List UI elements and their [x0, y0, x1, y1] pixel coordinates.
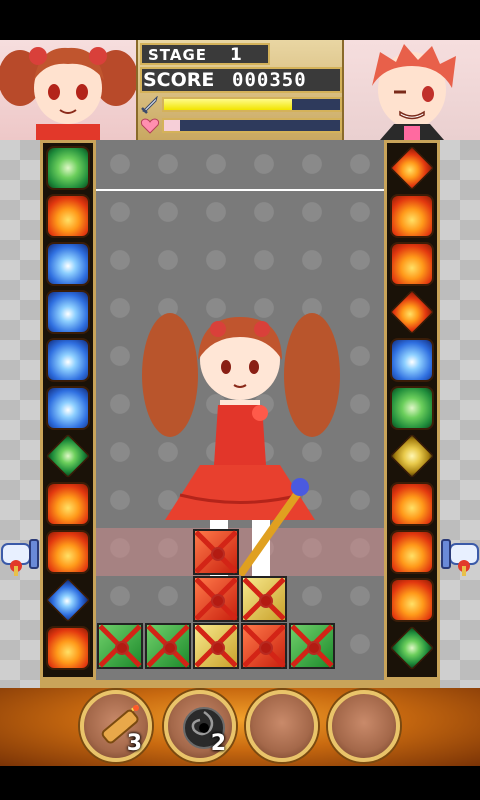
- stage-label: STAGE: [148, 46, 208, 64]
- water-gem-icon: [46, 386, 90, 430]
- earth-gem-icon: [389, 433, 435, 479]
- player-next-gems-column: [40, 140, 96, 680]
- player-portrait: [0, 40, 136, 140]
- locked-block-green: [289, 623, 335, 669]
- score-label: SCORE: [143, 69, 215, 91]
- water-gem-icon: [46, 338, 90, 382]
- fire-gem-icon: [46, 194, 90, 238]
- score-value: 000350: [232, 69, 307, 91]
- fire-gem-icon: [390, 578, 434, 622]
- bomb-count: 3: [126, 731, 142, 756]
- opponent-next-gems-column: [384, 140, 440, 680]
- water-gem-icon: [46, 242, 90, 286]
- item-slot-empty-1[interactable]: [246, 690, 318, 762]
- stage-indicator: STAGE 1: [140, 43, 270, 65]
- player-girl-avatar-icon: [0, 47, 136, 140]
- fire-gem-icon: [389, 289, 435, 335]
- item-slot-empty-2[interactable]: [328, 690, 400, 762]
- fire-gem-icon: [390, 194, 434, 238]
- block-lock-icon: [115, 641, 129, 655]
- health-meter-fill: [164, 120, 180, 131]
- limit-line: [96, 189, 384, 191]
- block-lock-icon: [259, 641, 273, 655]
- fire-gem-icon: [390, 242, 434, 286]
- heart-icon: [140, 118, 160, 134]
- locked-block-green: [97, 623, 143, 669]
- wind-gem-icon: [390, 386, 434, 430]
- locked-block-green: [145, 623, 191, 669]
- locked-block-red: [193, 529, 239, 575]
- sword-icon: [141, 96, 158, 114]
- locked-block-red: [241, 623, 287, 669]
- item-slot-black-hole[interactable]: 2: [164, 690, 236, 762]
- score-display: SCORE 000350: [140, 67, 342, 93]
- health-meter: [138, 116, 342, 136]
- health-meter-track: [162, 118, 342, 133]
- left-cannon-icon: [1, 539, 39, 576]
- fire-gem-icon: [389, 145, 435, 191]
- locked-block-red: [193, 576, 239, 622]
- right-cannon-icon: [441, 539, 479, 576]
- item-slot-bomb[interactable]: 3: [80, 690, 152, 762]
- attack-meter: [138, 95, 342, 115]
- block-lock-icon: [307, 641, 321, 655]
- block-lock-icon: [259, 594, 273, 608]
- block-lock-icon: [163, 641, 177, 655]
- fire-gem-icon: [390, 530, 434, 574]
- water-gem-icon: [390, 338, 434, 382]
- hud-panel: STAGE 1 SCORE 000350: [136, 40, 344, 140]
- stage-number: 1: [230, 45, 242, 65]
- water-gem-icon: [45, 577, 91, 623]
- opponent-boy-avatar-icon: [372, 44, 456, 140]
- block-lock-icon: [211, 594, 225, 608]
- black-hole-count: 2: [210, 731, 226, 756]
- status-bar-area: [0, 0, 480, 40]
- locked-block-yellow: [241, 576, 287, 622]
- fire-gem-icon: [46, 530, 90, 574]
- locked-block-yellow: [193, 623, 239, 669]
- block-lock-icon: [211, 547, 225, 561]
- item-bar: [0, 688, 480, 766]
- fire-gem-icon: [46, 626, 90, 670]
- attack-meter-fill: [164, 99, 293, 110]
- character-illustration: [142, 313, 340, 615]
- wind-gem-icon: [389, 625, 435, 671]
- block-lock-icon: [211, 641, 225, 655]
- attack-meter-track: [162, 97, 342, 112]
- game-screen: STAGE 1 SCORE 000350 3 2: [0, 0, 480, 800]
- opponent-portrait: [344, 40, 480, 140]
- fire-gem-icon: [390, 482, 434, 526]
- wind-gem-icon: [45, 433, 91, 479]
- water-gem-icon: [46, 290, 90, 334]
- bottom-margin: [0, 766, 480, 800]
- fire-gem-icon: [46, 482, 90, 526]
- playfield-bottom-frame: [40, 680, 440, 688]
- wind-gem-icon: [46, 146, 90, 190]
